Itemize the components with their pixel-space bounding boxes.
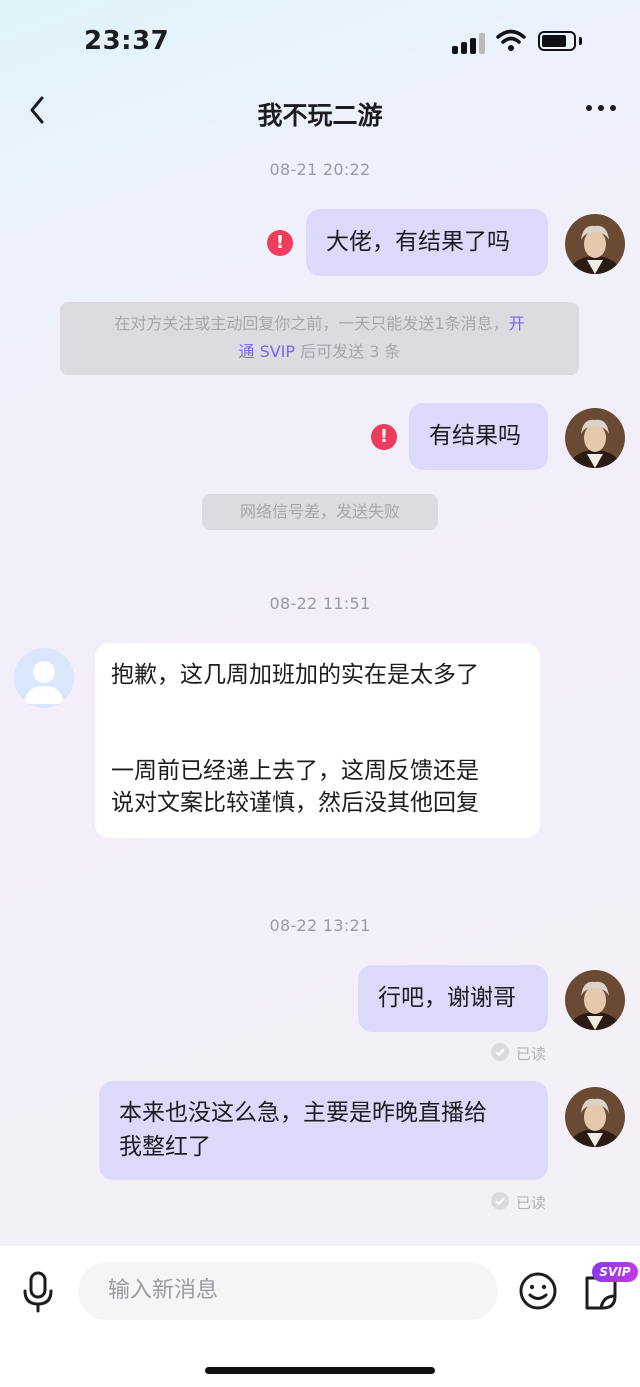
open-svip-link[interactable]: 开 [509, 314, 525, 333]
read-check-icon [491, 1043, 509, 1061]
message-line: 一周前已经递上去了，这周反馈还是 [111, 758, 479, 784]
portrait-avatar-icon [565, 214, 625, 274]
battery-cap [579, 37, 582, 45]
wifi-icon [496, 29, 526, 51]
outgoing-message-bubble[interactable]: 本来也没这么急，主要是昨晚直播给 我整红了 [99, 1081, 548, 1180]
my-avatar[interactable] [565, 970, 625, 1030]
network-failure-notice: 网络信号差，发送失败 [202, 494, 438, 530]
contact-avatar[interactable] [14, 648, 74, 708]
portrait-avatar-icon [565, 1087, 625, 1147]
incoming-message-bubble[interactable]: 抱歉，这几周加班加的实在是太多了 一周前已经递上去了，这周反馈还是 说对文案比较… [95, 643, 540, 838]
status-time: 23:37 [84, 26, 170, 56]
default-user-icon [24, 661, 64, 704]
my-avatar[interactable] [565, 408, 625, 468]
outgoing-message-bubble[interactable]: 大佬，有结果了吗 [306, 209, 548, 276]
more-options-icon[interactable] [584, 98, 620, 118]
notice-text: 在对方关注或主动回复你之前，一天只能发送1条消息， [114, 314, 509, 333]
message-line: 说对文案比较谨慎，然后没其他回复 [111, 790, 479, 816]
cellular-signal-icon [452, 32, 488, 54]
open-svip-link-2[interactable]: 通 SVIP [238, 342, 295, 361]
message-line: 我整红了 [119, 1134, 211, 1160]
svip-badge: SVIP [592, 1262, 638, 1282]
read-check-icon [491, 1192, 509, 1210]
notice-text-2: 后可发送 3 条 [295, 342, 401, 361]
portrait-avatar-icon [565, 970, 625, 1030]
my-avatar[interactable] [565, 1087, 625, 1147]
portrait-avatar-icon [565, 408, 625, 468]
microphone-icon[interactable] [20, 1270, 56, 1314]
send-failed-icon[interactable]: ! [371, 424, 397, 450]
send-failed-icon[interactable]: ! [267, 230, 293, 256]
timestamp: 08-22 11:51 [269, 594, 371, 613]
read-status: 已读 [516, 1194, 547, 1212]
message-line: 本来也没这么急，主要是昨晚直播给 [119, 1100, 487, 1126]
outgoing-message-bubble[interactable]: 有结果吗 [409, 403, 548, 470]
message-line: 抱歉，这几周加班加的实在是太多了 [111, 662, 479, 688]
send-limit-notice: 在对方关注或主动回复你之前，一天只能发送1条消息，开 通 SVIP 后可发送 3… [60, 302, 579, 375]
home-indicator [205, 1367, 435, 1374]
my-avatar[interactable] [565, 214, 625, 274]
read-status: 已读 [516, 1045, 547, 1063]
battery-icon [538, 31, 576, 51]
message-input[interactable]: 输入新消息 [78, 1262, 498, 1320]
timestamp: 08-22 13:21 [269, 916, 371, 935]
outgoing-message-bubble[interactable]: 行吧，谢谢哥 [358, 965, 548, 1032]
emoji-icon[interactable] [518, 1271, 558, 1311]
timestamp: 08-21 20:22 [269, 160, 371, 179]
chat-title: 我不玩二游 [257, 101, 383, 130]
